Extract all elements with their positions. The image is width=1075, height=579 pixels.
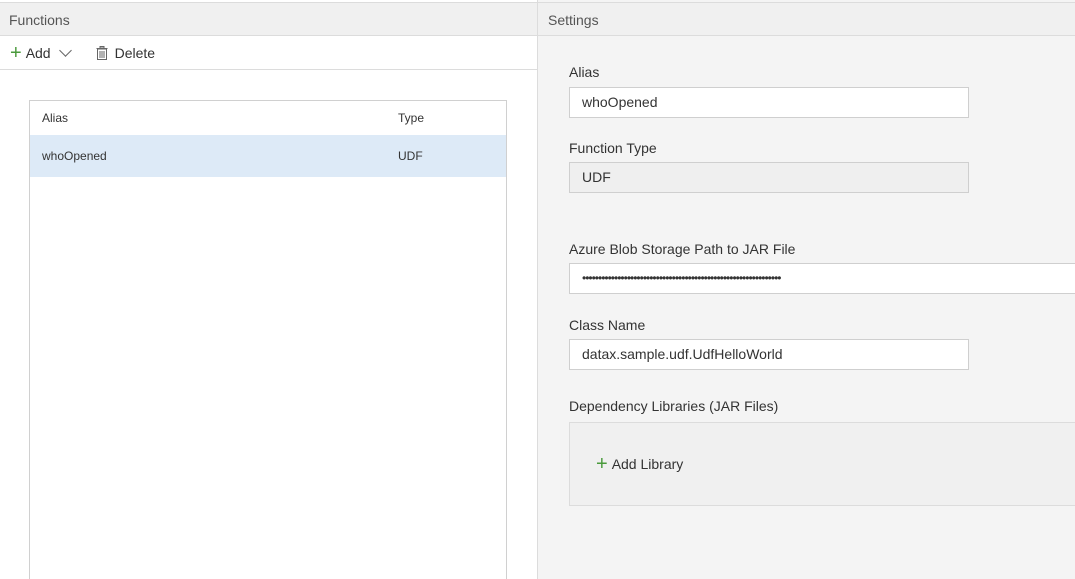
delete-button[interactable]: Delete	[96, 45, 155, 61]
settings-panel-title: Settings	[538, 2, 1075, 36]
row-alias: whoOpened	[42, 149, 107, 163]
delete-label: Delete	[114, 45, 156, 61]
dependency-libraries-label: Dependency Libraries (JAR Files)	[569, 398, 779, 414]
table-header: Alias Type	[30, 101, 506, 135]
add-library-label: Add Library	[611, 456, 684, 472]
trash-icon	[96, 46, 108, 60]
settings-panel: Settings Alias whoOpened Function Type U…	[537, 0, 1075, 579]
jar-path-input[interactable]: ••••••••••••••••••••••••••••••••••••••••…	[569, 263, 1075, 294]
add-library-button[interactable]: + Add Library	[596, 453, 684, 475]
column-header-alias[interactable]: Alias	[42, 101, 68, 135]
jar-path-label: Azure Blob Storage Path to JAR File	[569, 241, 796, 257]
alias-label: Alias	[569, 64, 600, 80]
class-name-label: Class Name	[569, 317, 646, 333]
column-header-type[interactable]: Type	[398, 101, 424, 135]
functions-table: Alias Type whoOpened UDF	[29, 100, 507, 579]
chevron-down-icon[interactable]	[58, 43, 72, 57]
add-button[interactable]: + Add	[10, 42, 72, 64]
functions-toolbar: + Add Delete	[0, 37, 537, 70]
alias-input[interactable]: whoOpened	[569, 87, 969, 118]
dependency-libraries-area: + Add Library	[569, 422, 1075, 506]
plus-icon: +	[10, 42, 22, 64]
functions-panel: Functions + Add Delete Alias Type whoOpe…	[0, 0, 537, 579]
function-type-field: UDF	[569, 162, 969, 193]
plus-icon: +	[596, 453, 608, 475]
table-row[interactable]: whoOpened UDF	[30, 135, 506, 177]
row-type: UDF	[398, 149, 423, 163]
class-name-input[interactable]: datax.sample.udf.UdfHelloWorld	[569, 339, 969, 370]
add-label: Add	[25, 45, 51, 61]
function-type-label: Function Type	[569, 140, 657, 156]
functions-panel-title: Functions	[0, 2, 537, 36]
